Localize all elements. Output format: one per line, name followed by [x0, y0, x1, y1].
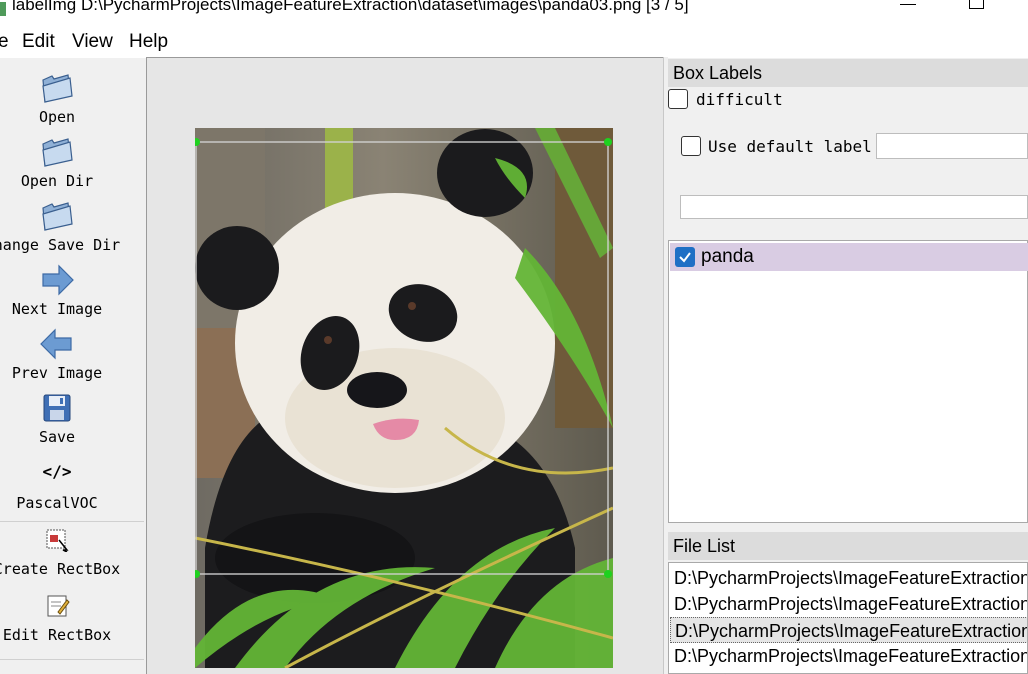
menu-file[interactable]: e [0, 31, 9, 53]
open-dir-label: Open Dir [20, 172, 94, 190]
label-checkbox[interactable] [675, 247, 695, 267]
pascal-voc-button[interactable]: </> PascalVOC [0, 462, 114, 518]
folder-open-icon [42, 74, 73, 103]
label-item-panda[interactable]: panda [670, 243, 1028, 271]
folder-open-icon [42, 202, 73, 231]
tool-bar: Open Open Dir hange Save Dir Next Image … [0, 58, 144, 674]
menu-help[interactable]: Help [129, 31, 168, 53]
file-list-item-selected[interactable]: D:\PycharmProjects\ImageFeatureExtractio… [670, 617, 1027, 643]
app-icon [0, 2, 6, 16]
file-list-item[interactable]: D:\PycharmProjects\ImageFeatureExtractio… [670, 565, 1027, 591]
labels-list: panda [668, 240, 1028, 523]
menu-bar: e Edit View Help [0, 28, 1028, 58]
box-labels-title: Box Labels [668, 59, 1028, 87]
file-list-title: File List [668, 532, 1028, 560]
file-list-item[interactable]: D:\PycharmProjects\ImageFeatureExtractio… [670, 643, 1027, 669]
edit-rectbox-button[interactable]: Edit RectBox [0, 594, 114, 650]
difficult-label: difficult [696, 90, 783, 109]
prev-image-button[interactable]: Prev Image [0, 328, 114, 384]
label-item-text: panda [701, 246, 754, 267]
next-image-label: Next Image [11, 300, 103, 318]
create-rectbox-button[interactable]: Create RectBox [0, 528, 120, 584]
edit-rectbox-label: Edit RectBox [2, 626, 112, 644]
panda-photo [195, 128, 613, 668]
window-title: labelImg D:\PycharmProjects\ImageFeature… [12, 0, 689, 14]
use-default-label-checkbox[interactable] [681, 136, 701, 156]
use-default-label-text: Use default label [708, 137, 872, 156]
default-label-input[interactable] [876, 133, 1028, 159]
panda-image[interactable] [195, 128, 613, 668]
check-icon [679, 252, 691, 263]
prev-image-label: Prev Image [11, 364, 103, 382]
toolbar-separator [0, 521, 144, 522]
open-label: Open [38, 108, 76, 126]
arrow-right-icon [42, 264, 74, 296]
floppy-disk-icon [43, 394, 71, 422]
menu-edit[interactable]: Edit [22, 31, 55, 53]
difficult-checkbox[interactable] [668, 89, 688, 109]
change-save-dir-button[interactable]: hange Save Dir [0, 200, 120, 256]
folder-open-icon [42, 138, 73, 167]
open-button[interactable]: Open [0, 72, 114, 128]
arrow-left-icon [40, 328, 72, 360]
create-rectbox-icon [46, 529, 69, 552]
change-save-dir-label: hange Save Dir [0, 236, 121, 254]
next-image-button[interactable]: Next Image [0, 264, 114, 320]
file-list-item[interactable]: D:\PycharmProjects\ImageFeatureExtractio… [670, 591, 1027, 617]
code-icon: </> [42, 462, 72, 481]
pascal-voc-label: PascalVOC [16, 494, 98, 512]
toolbar-separator [0, 659, 144, 660]
edit-rectbox-icon [47, 595, 70, 617]
minimize-icon[interactable] [900, 4, 916, 5]
create-rectbox-label: Create RectBox [0, 560, 121, 578]
label-filter-input[interactable] [680, 195, 1028, 219]
title-bar: labelImg D:\PycharmProjects\ImageFeature… [0, 0, 1028, 28]
save-label: Save [38, 428, 76, 446]
save-button[interactable]: Save [0, 392, 114, 448]
menu-view[interactable]: View [72, 31, 113, 53]
file-list: D:\PycharmProjects\ImageFeatureExtractio… [668, 562, 1028, 674]
maximize-icon[interactable] [969, 0, 984, 9]
open-dir-button[interactable]: Open Dir [0, 136, 114, 192]
